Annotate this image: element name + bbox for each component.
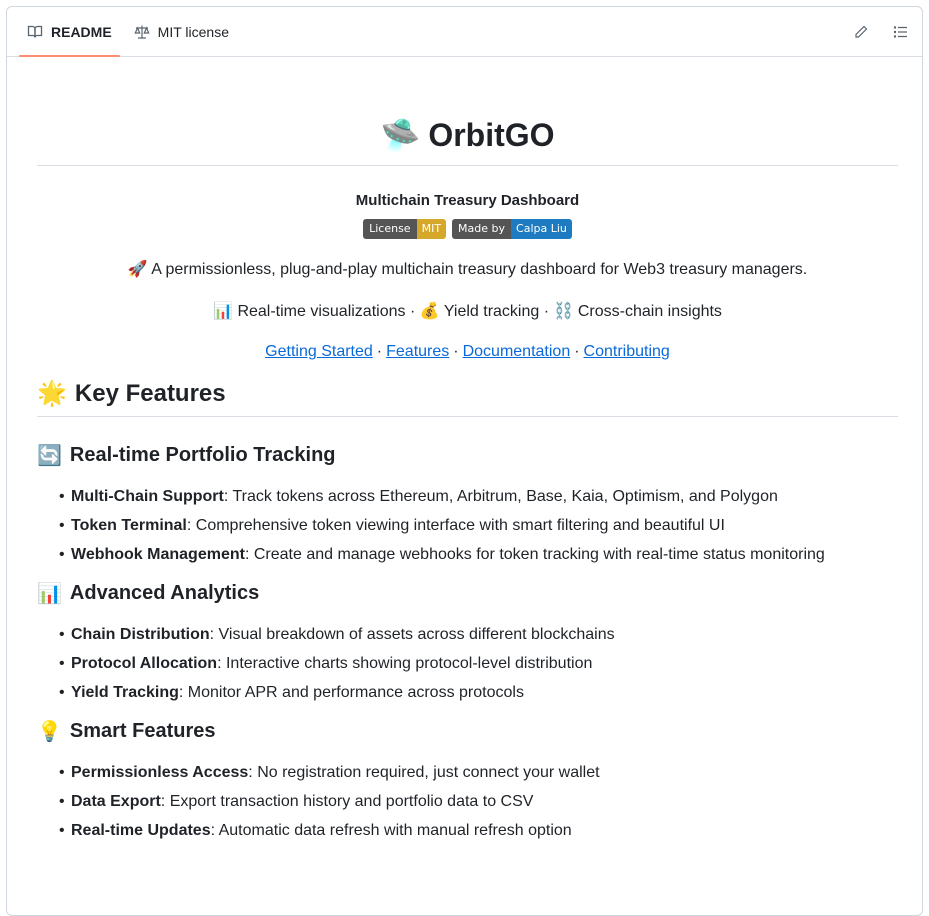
link-contributing[interactable]: Contributing [584,343,670,360]
highlight-text: Cross-chain insights [577,303,722,320]
nav-links: Getting Started · Features · Documentation · C… [265,343,670,360]
item-bold: Data Export [71,793,161,810]
tab-readme[interactable]: README [19,7,120,57]
tab-license-label: MIT license [157,23,229,40]
license-badge[interactable]: License MIT [363,219,447,239]
list-item: Multi-Chain Support: Track tokens across… [37,482,898,511]
readme-title: 🛸 OrbitGO [37,115,898,166]
title-text: OrbitGO [428,116,555,153]
item-text: : Monitor APR and performance across pro… [178,684,524,701]
money-bag-icon: 💰 [419,303,440,320]
tagline-text: A permissionless, plug-and-play multicha… [151,261,808,278]
key-features-heading: 🌟 Key Features [37,379,898,417]
badge-row: License MIT Made by Calpa Liu [37,219,898,239]
list-item: Permissionless Access: No registration r… [37,758,898,787]
section-heading-text: Advanced Analytics [69,582,260,604]
refresh-icon: 🔄 [37,445,62,467]
readme-panel: README MIT license 🛸 OrbitGO Multichain … [6,6,923,916]
list-item: Chain Distribution: Visual breakdown of … [37,620,898,649]
chain-icon: ⛓️ [553,303,574,320]
list-item: Webhook Management: Create and manage we… [37,540,898,569]
item-text: : Visual breakdown of assets across diff… [209,626,615,643]
feature-list-portfolio: Multi-Chain Support: Track tokens across… [37,482,898,569]
item-bold: Webhook Management [71,546,245,563]
link-getting-started[interactable]: Getting Started [265,343,373,360]
section-heading-analytics: 📊 Advanced Analytics [37,581,898,606]
pencil-icon[interactable] [850,21,872,43]
chart-icon: 📊 [37,583,62,605]
item-text: : Create and manage webhooks for token t… [244,546,825,563]
item-text: : Automatic data refresh with manual ref… [210,822,572,839]
item-bold: Yield Tracking [71,684,179,701]
list-icon[interactable] [890,21,912,43]
item-bold: Permissionless Access [71,764,249,781]
ufo-icon: 🛸 [380,117,421,153]
item-bold: Token Terminal [71,517,187,534]
feature-list-analytics: Chain Distribution: Visual breakdown of … [37,620,898,707]
link-features[interactable]: Features [386,343,449,360]
list-item: Data Export: Export transaction history … [37,787,898,816]
item-text: : No registration required, just connect… [248,764,600,781]
book-icon [27,24,43,40]
section-heading-text: Smart Features [69,720,216,742]
star-icon: 🌟 [37,380,67,407]
feature-list-smart: Permissionless Access: No registration r… [37,758,898,845]
item-bold: Real-time Updates [71,822,211,839]
readme-tabbar: README MIT license [7,7,922,57]
highlight-text: Yield tracking [443,303,540,320]
section-heading-portfolio: 🔄 Real-time Portfolio Tracking [37,443,898,468]
item-bold: Protocol Allocation [71,655,218,672]
item-text: : Interactive charts showing protocol-le… [217,655,593,672]
highlights: 📊 Real-time visualizations · 💰 Yield tra… [213,303,722,320]
list-item: Real-time Updates: Automatic data refres… [37,816,898,845]
tab-license[interactable]: MIT license [126,7,237,56]
tab-readme-label: README [51,23,112,40]
list-item: Yield Tracking: Monitor APR and performa… [37,678,898,707]
author-badge-value: Calpa Liu [511,219,572,239]
section-heading-text: Real-time Portfolio Tracking [69,444,336,466]
tagline: 🚀 A permissionless, plug-and-play multic… [37,259,898,279]
list-item: Token Terminal: Comprehensive token view… [37,511,898,540]
readme-content: 🛸 OrbitGO Multichain Treasury Dashboard … [7,115,922,845]
scale-icon [134,24,150,40]
lightbulb-icon: 💡 [37,721,62,743]
readme-subtitle: Multichain Treasury Dashboard [355,192,580,209]
item-text: : Track tokens across Ethereum, Arbitrum… [223,488,778,505]
chart-icon: 📊 [213,303,233,320]
item-bold: Multi-Chain Support [71,488,224,505]
item-text: : Comprehensive token viewing interface … [186,517,725,534]
author-badge[interactable]: Made by Calpa Liu [452,219,572,239]
license-badge-value: MIT [416,219,447,239]
key-features-text: Key Features [74,379,226,407]
item-bold: Chain Distribution [71,626,210,643]
link-documentation[interactable]: Documentation [463,343,571,360]
section-heading-smart: 💡 Smart Features [37,719,898,744]
list-item: Protocol Allocation: Interactive charts … [37,649,898,678]
author-badge-label: Made by [452,219,512,239]
license-badge-label: License [363,219,417,239]
rocket-icon: 🚀 [127,261,148,278]
highlight-text: Real-time visualizations [237,303,406,320]
item-text: : Export transaction history and portfol… [160,793,534,810]
